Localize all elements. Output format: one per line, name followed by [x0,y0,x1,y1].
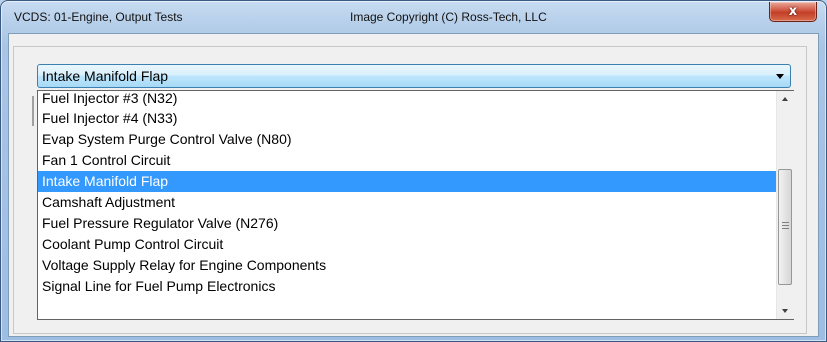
close-button[interactable]: x [769,2,817,22]
list-items: Fuel Injector #3 (N32) Fuel Injector #4 … [38,91,776,319]
scroll-up-button[interactable] [777,91,794,108]
scrollbar-thumb[interactable] [778,169,792,285]
output-test-combobox[interactable]: Intake Manifold Flap [37,64,791,88]
arrow-up-icon [782,97,788,101]
dropdown-list[interactable]: Fuel Injector #3 (N32) Fuel Injector #4 … [37,90,794,320]
list-item[interactable]: Signal Line for Fuel Pump Electronics [38,276,776,297]
list-item[interactable]: Evap System Purge Control Valve (N80) [38,129,776,150]
list-item-selected[interactable]: Intake Manifold Flap [38,171,776,192]
list-item[interactable]: Fuel Injector #3 (N32) [38,91,776,108]
window-title: VCDS: 01-Engine, Output Tests [14,10,183,24]
copyright-text: Image Copyright (C) Ross-Tech, LLC [350,10,547,24]
list-item[interactable]: Camshaft Adjustment [38,192,776,213]
scroll-down-button[interactable] [777,302,794,319]
combobox-selected-value: Intake Manifold Flap [42,68,169,84]
vertical-scrollbar[interactable] [776,91,794,319]
chevron-down-icon[interactable] [776,74,784,79]
close-icon: x [788,4,798,19]
list-item[interactable]: Voltage Supply Relay for Engine Componen… [38,255,776,276]
grip-line [782,228,789,229]
list-item[interactable]: Fan 1 Control Circuit [38,150,776,171]
list-item[interactable]: Coolant Pump Control Circuit [38,234,776,255]
grip-line [782,225,789,226]
arrow-down-icon [782,309,788,313]
title-bar[interactable]: VCDS: 01-Engine, Output Tests Image Copy… [1,1,826,35]
background-edge [32,96,34,126]
list-item[interactable]: Fuel Injector #4 (N33) [38,108,776,129]
grip-line [782,222,789,223]
list-item[interactable]: Fuel Pressure Regulator Valve (N276) [38,213,776,234]
